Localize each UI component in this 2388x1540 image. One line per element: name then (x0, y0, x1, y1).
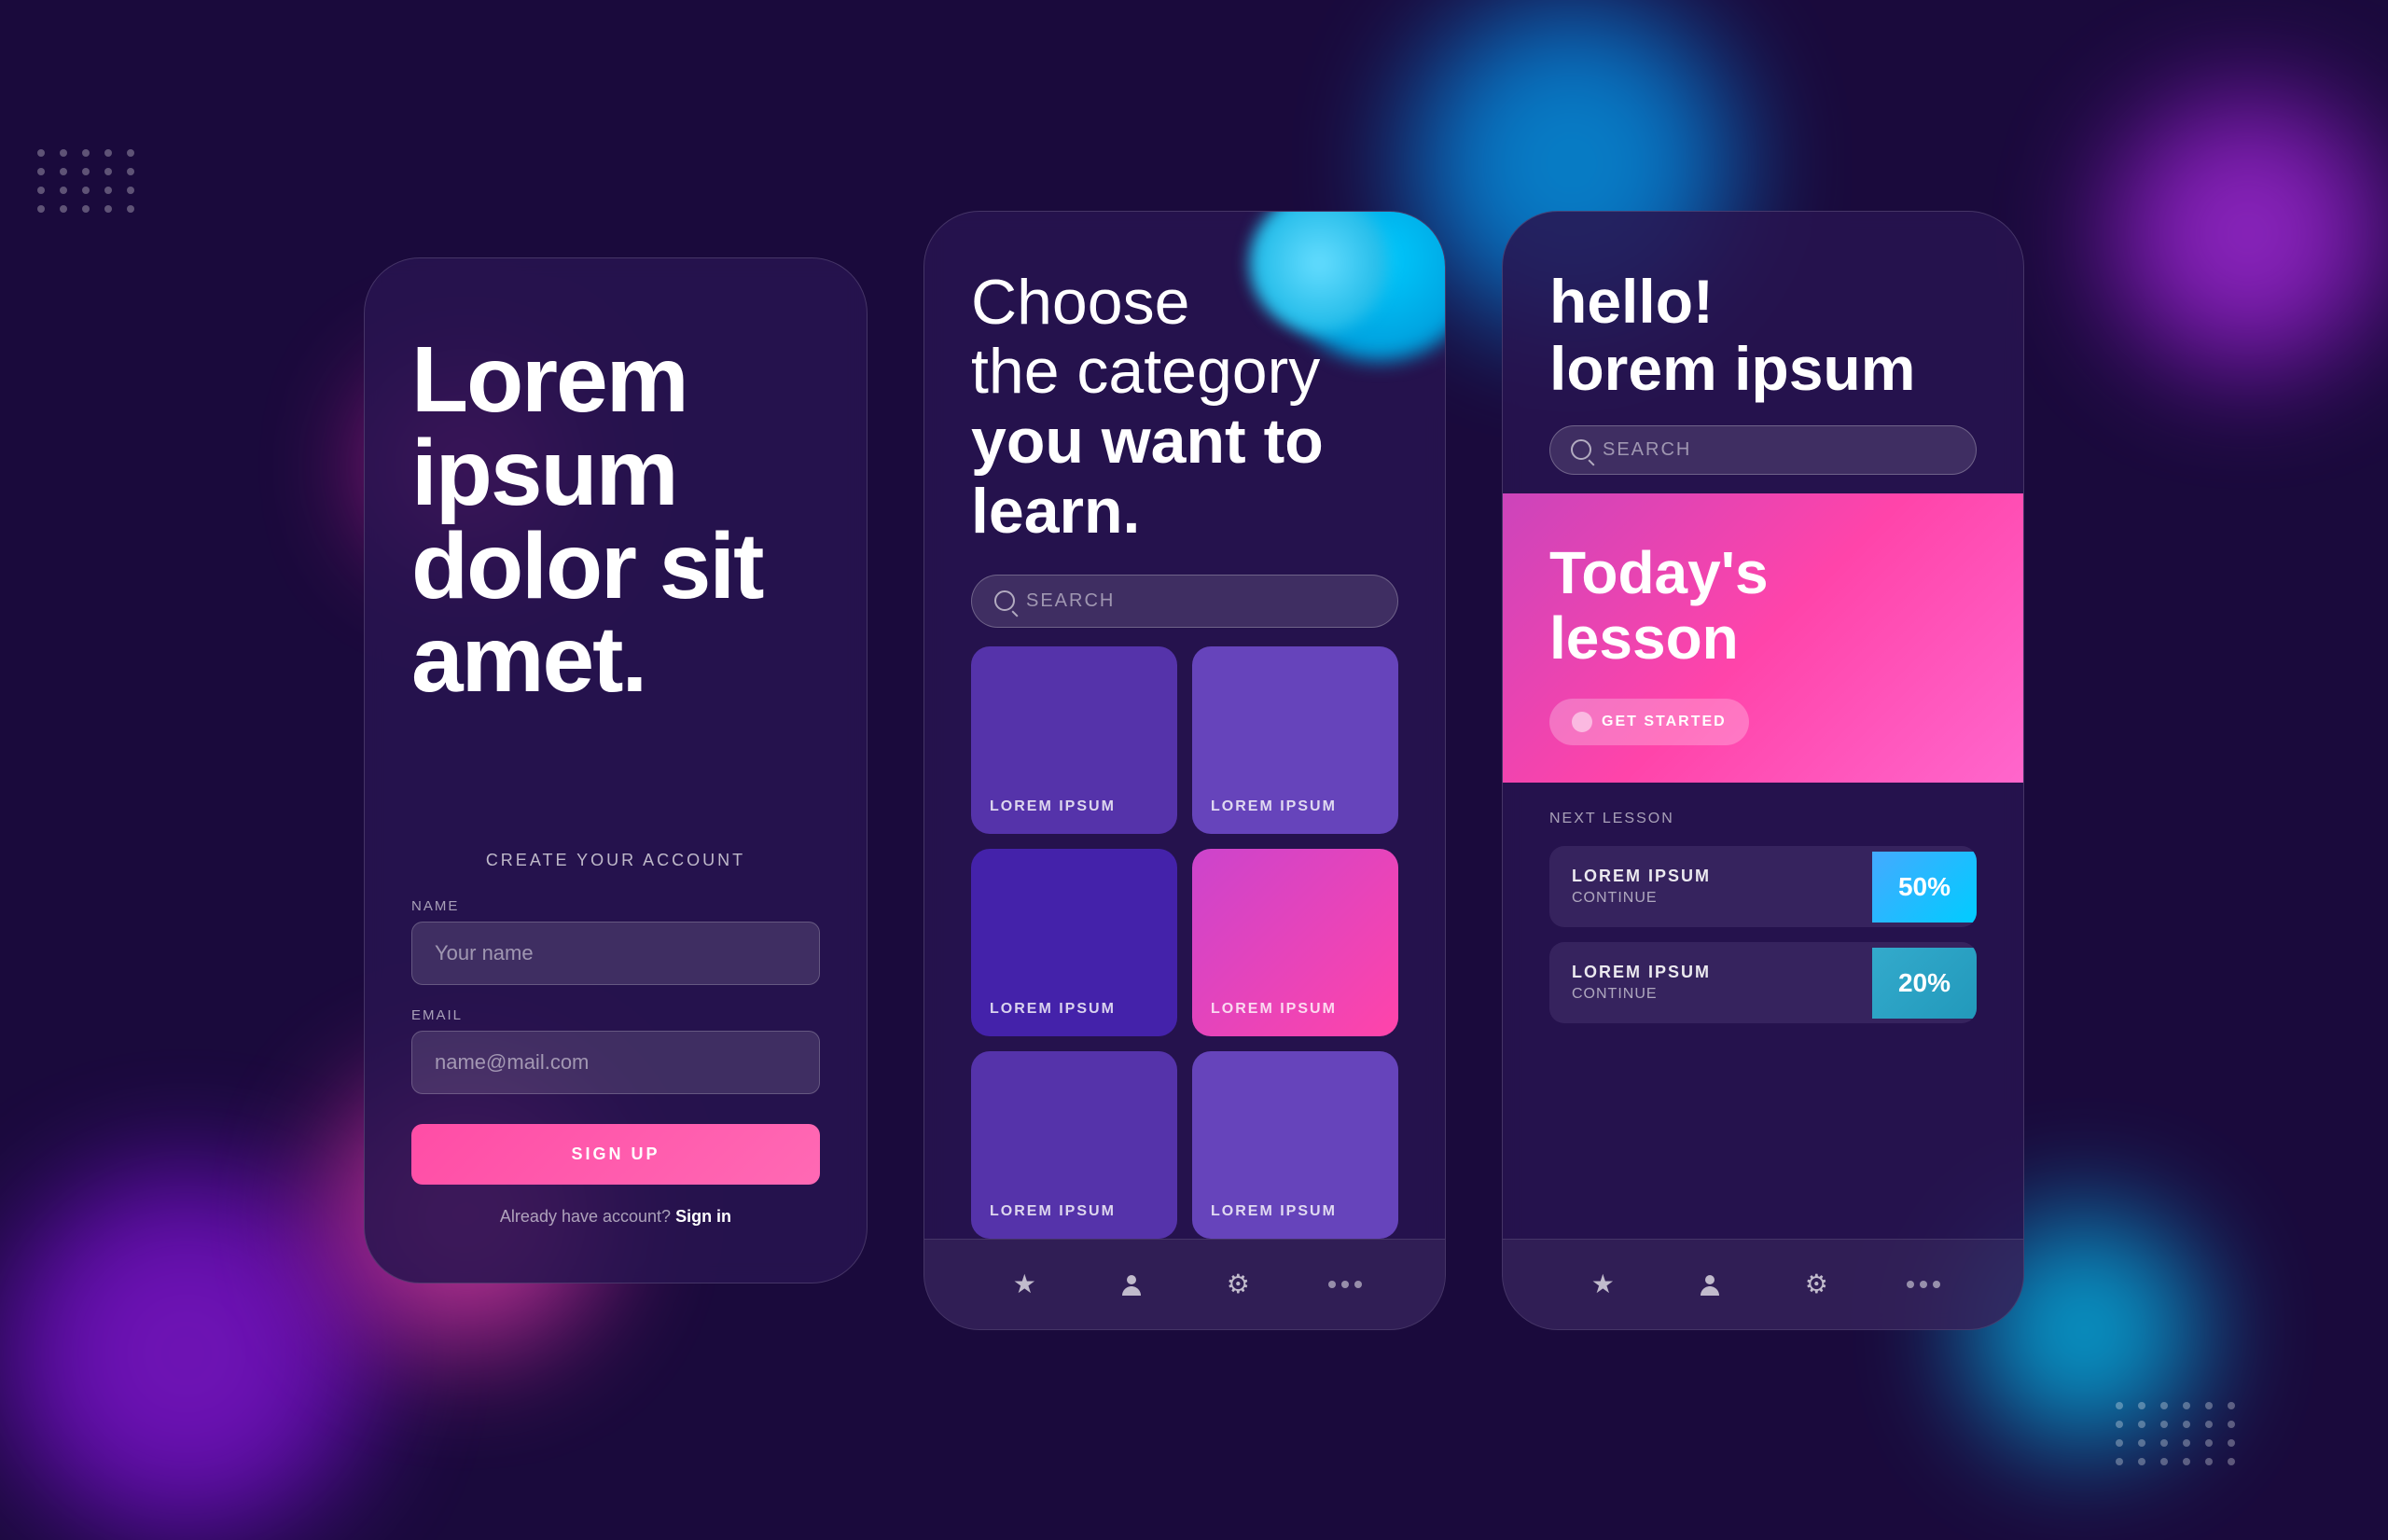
name-input[interactable] (411, 922, 820, 985)
email-input[interactable] (411, 1031, 820, 1094)
nav-gear-icon[interactable]: ⚙ (1221, 1268, 1255, 1301)
category-item[interactable]: LOREM IPSUM (1192, 646, 1398, 834)
category-label: LOREM IPSUM (990, 798, 1116, 815)
dot-pattern-bottomright (2116, 1402, 2239, 1465)
category-label: LOREM IPSUM (990, 1203, 1116, 1220)
todays-lesson-card: Today'slesson GET STARTED (1503, 493, 2023, 784)
search-bar[interactable]: SEARCH (971, 575, 1398, 628)
nav-person-icon[interactable] (1115, 1268, 1148, 1301)
category-header: Choose the category you want to learn. (924, 212, 1445, 575)
next-lesson-section: NEXT LESSON LOREM IPSUM CONTINUE 50% LOR… (1503, 783, 2023, 1038)
category-grid: LOREM IPSUM LOREM IPSUM LOREM IPSUM LORE… (924, 646, 1445, 1239)
sign-up-button[interactable]: SIGN UP (411, 1124, 820, 1185)
category-label: LOREM IPSUM (990, 1001, 1116, 1018)
nav-more-icon[interactable] (1328, 1281, 1362, 1288)
create-account-section: CREATE YOUR ACCOUNT NAME EMAIL SIGN UP A… (411, 851, 820, 1227)
dashboard-screen: hello!lorem ipsum SEARCH Today'slesson G… (1502, 211, 2024, 1330)
category-item[interactable]: LOREM IPSUM (1192, 849, 1398, 1036)
bottom-nav: ★ ⚙ (924, 1239, 1445, 1329)
name-label: NAME (411, 898, 820, 914)
search-icon (994, 590, 1015, 611)
lesson-percent-2: 20% (1872, 948, 1977, 1019)
nav-star-icon[interactable]: ★ (1586, 1268, 1619, 1301)
category-screen: Choose the category you want to learn. S… (923, 211, 1446, 1330)
greeting-title: hello!lorem ipsum (1549, 268, 1977, 403)
email-label: EMAIL (411, 1007, 820, 1023)
category-label: LOREM IPSUM (1211, 1001, 1337, 1018)
lesson-row-2[interactable]: LOREM IPSUM CONTINUE 20% (1549, 942, 1977, 1023)
nav-gear-icon[interactable]: ⚙ (1799, 1268, 1833, 1301)
dashboard-header: hello!lorem ipsum (1503, 212, 2023, 425)
email-form-group: EMAIL (411, 1007, 820, 1094)
search-icon (1571, 439, 1591, 460)
lesson-card-title: Today'slesson (1549, 540, 1977, 672)
signin-prompt: Already have account? Sign in (411, 1207, 820, 1227)
hero-title: Lorem ipsum dolor sit amet. (411, 333, 820, 706)
lesson-row-sub-2: CONTINUE (1572, 986, 1850, 1003)
next-lesson-label: NEXT LESSON (1549, 811, 1977, 827)
lesson-row-info-1: LOREM IPSUM CONTINUE (1549, 846, 1872, 927)
nav-person-icon[interactable] (1693, 1268, 1727, 1301)
nav-star-icon[interactable]: ★ (1007, 1268, 1041, 1301)
category-item[interactable]: LOREM IPSUM (1192, 1051, 1398, 1239)
bg-blob-purple (0, 1167, 373, 1540)
screens-container: Lorem ipsum dolor sit amet. CREATE YOUR … (364, 211, 2024, 1330)
search-placeholder-text: SEARCH (1026, 590, 1115, 612)
category-label: LOREM IPSUM (1211, 798, 1337, 815)
search-placeholder-text: SEARCH (1603, 439, 1691, 461)
bottom-nav-dashboard: ★ ⚙ (1503, 1239, 2023, 1329)
category-label: LOREM IPSUM (1211, 1203, 1337, 1220)
category-title: Choose the category you want to learn. (971, 268, 1398, 547)
get-started-icon (1572, 712, 1592, 732)
lesson-row-1[interactable]: LOREM IPSUM CONTINUE 50% (1549, 846, 1977, 927)
lesson-percent-1: 50% (1872, 852, 1977, 923)
category-item[interactable]: LOREM IPSUM (971, 646, 1177, 834)
bg-blob-violet (2108, 93, 2388, 373)
category-item[interactable]: LOREM IPSUM (971, 849, 1177, 1036)
lesson-row-title-2: LOREM IPSUM (1572, 963, 1850, 982)
name-form-group: NAME (411, 898, 820, 985)
category-item[interactable]: LOREM IPSUM (971, 1051, 1177, 1239)
dot-pattern-topleft (37, 149, 138, 213)
create-account-label: CREATE YOUR ACCOUNT (411, 851, 820, 870)
lesson-row-title-1: LOREM IPSUM (1572, 867, 1850, 886)
lesson-row-sub-1: CONTINUE (1572, 890, 1850, 907)
lesson-row-info-2: LOREM IPSUM CONTINUE (1549, 942, 1872, 1023)
signup-screen: Lorem ipsum dolor sit amet. CREATE YOUR … (364, 257, 868, 1283)
nav-more-icon[interactable] (1907, 1281, 1940, 1288)
get-started-button[interactable]: GET STARTED (1549, 699, 1749, 745)
dashboard-search-bar[interactable]: SEARCH (1549, 425, 1977, 475)
